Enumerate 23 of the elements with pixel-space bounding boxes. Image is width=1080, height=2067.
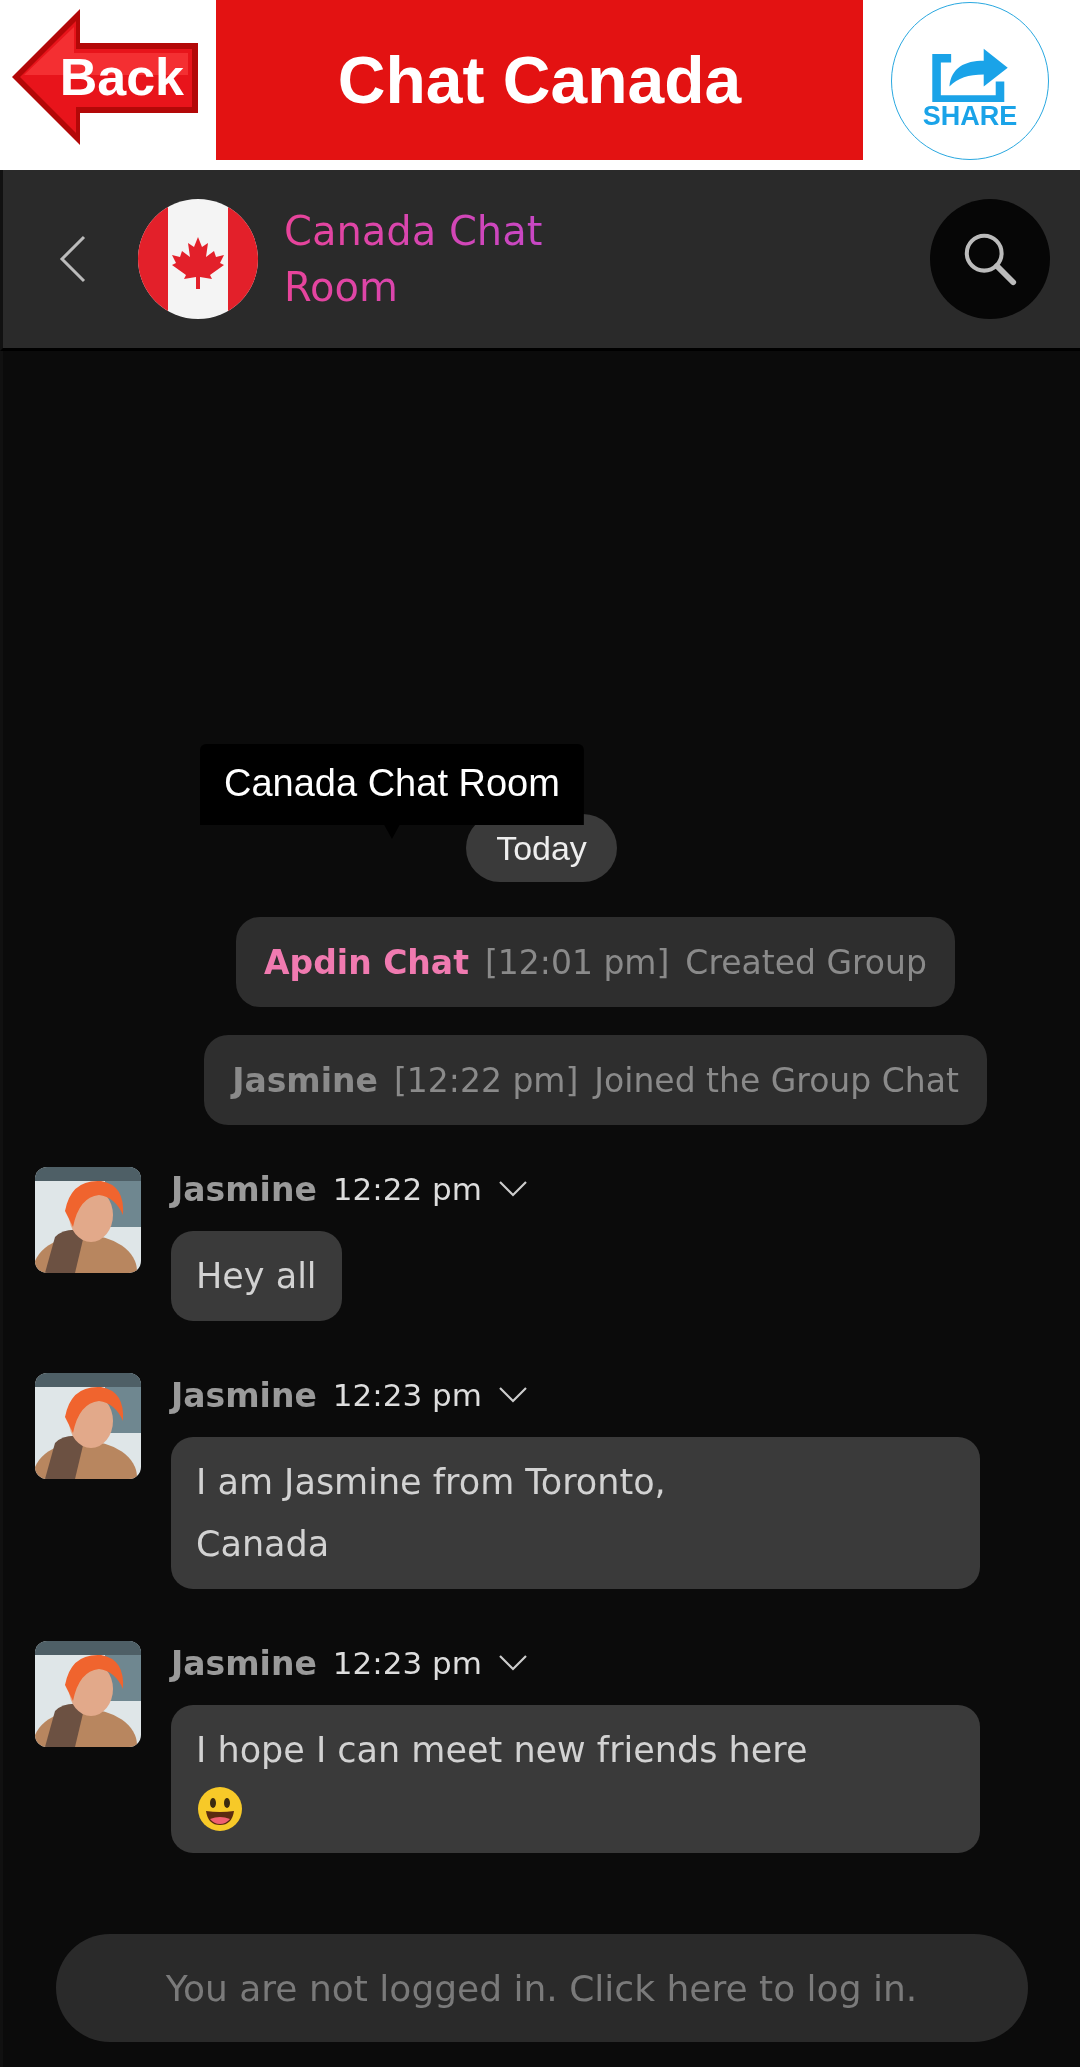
event-text: Created Group bbox=[685, 942, 927, 982]
smiley-icon bbox=[196, 1785, 244, 1833]
event-time: [12:01 pm] bbox=[484, 942, 670, 982]
actor-name: Jasmine bbox=[232, 1060, 378, 1100]
message-text: I am Jasmine from Toronto, Canada bbox=[196, 1461, 667, 1566]
message-text: Hey all bbox=[196, 1255, 317, 1298]
app-title: Chat Canada bbox=[216, 0, 863, 160]
login-prompt[interactable]: You are not logged in. Click here to log in. bbox=[55, 1934, 1028, 2042]
sender-name: Jasmine bbox=[171, 1643, 317, 1683]
actor-name: Apdin Chat bbox=[264, 942, 469, 982]
back-icon[interactable] bbox=[58, 234, 88, 284]
message-time: 12:23 pm bbox=[332, 1645, 482, 1681]
message-time: 12:22 pm bbox=[332, 1171, 482, 1207]
caret-icon[interactable] bbox=[497, 1654, 528, 1672]
sender-name: Jasmine bbox=[171, 1375, 317, 1415]
share-button[interactable]: SHARE bbox=[891, 2, 1049, 160]
caret-icon[interactable] bbox=[497, 1386, 528, 1404]
message-time: 12:23 pm bbox=[332, 1377, 482, 1413]
caret-icon[interactable] bbox=[497, 1180, 528, 1198]
sender-name: Jasmine bbox=[171, 1169, 317, 1209]
message-text: I hope I can meet new friends here bbox=[196, 1729, 809, 1772]
event-text: Joined the Group Chat bbox=[594, 1060, 959, 1100]
event-time: [12:22 pm] bbox=[393, 1060, 579, 1100]
